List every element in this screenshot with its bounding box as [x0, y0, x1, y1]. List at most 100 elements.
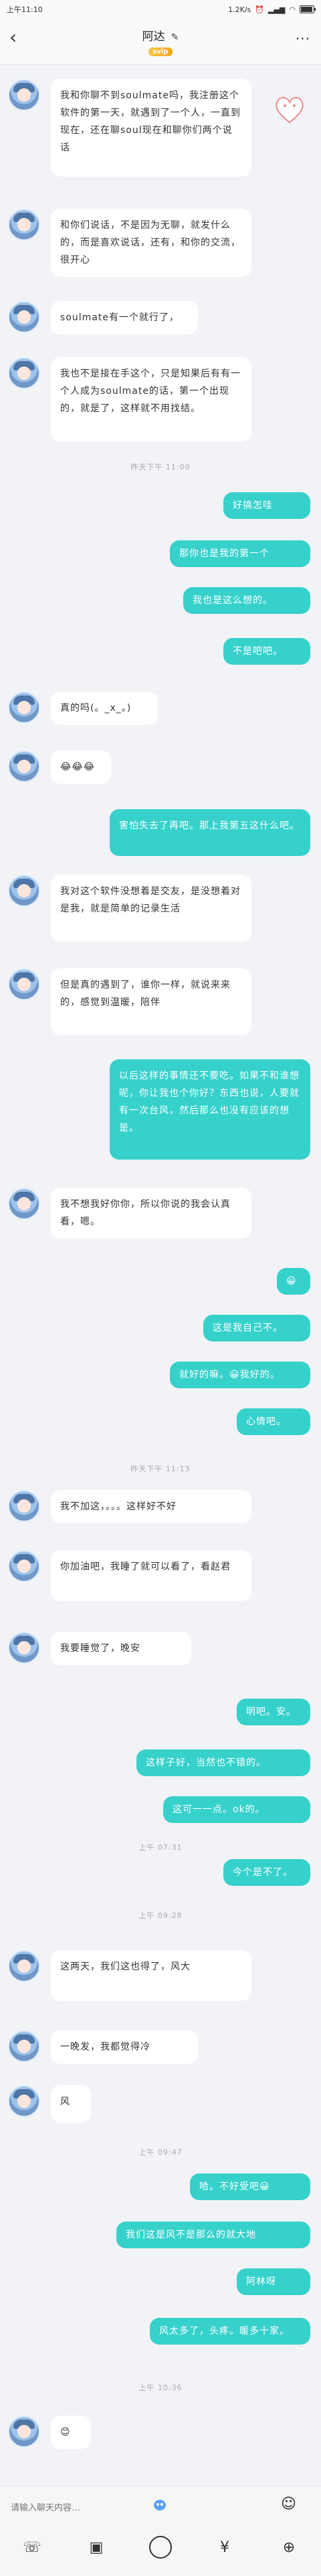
message-bubble-received[interactable]: 我不想我好你你，所以你说的我会认真看，嗯。	[51, 1188, 251, 1239]
message-bubble-received[interactable]: 但是真的遇到了，谁你一样，就说来来的，感觉到温暖，陪伴	[51, 968, 251, 1035]
message-row: 好搞怎哇	[0, 492, 321, 519]
message-bubble-received[interactable]: 真的吗(。_x_。)	[51, 691, 158, 725]
message-bubble-sent[interactable]: 以后这样的事情还不要吃。如果不和谁想呢，你让我也个你好？东西也说，人要就有一次台…	[110, 1059, 310, 1160]
avatar[interactable]	[8, 209, 40, 241]
message-row: 哈。不好受吧😀	[0, 2173, 321, 2200]
chat-header: ‹ 阿达 ✎ svip ···	[0, 19, 321, 65]
message-row: 我和你聊不到soulmate吗，我注册这个软件的第一天，就遇到了一个人，一直到现…	[0, 79, 321, 177]
message-bubble-sent[interactable]: 心情吧。	[237, 1408, 310, 1435]
signal-icon: ▂▄▆	[268, 5, 286, 14]
rocket-icon[interactable]	[151, 2497, 169, 2513]
message-bubble-sent[interactable]: 这可一一点。ok的。	[163, 1796, 310, 1823]
message-row: 明吧。安。	[0, 1699, 321, 1725]
message-row: 心情吧。	[0, 1408, 321, 1435]
message-bubble-sent[interactable]: 好搞怎哇	[223, 492, 310, 519]
message-row: 风太多了，头疼。暖多十家。	[0, 2318, 321, 2345]
input-bar: ☺ ☏ ▣ ¥ ⊕	[0, 2486, 321, 2576]
message-bubble-received[interactable]: 和你们说话，不是因为无聊，就发什么的，而是喜欢说话，还有，和你的交流，很开心	[51, 209, 251, 277]
timestamp: 上午 09:28	[138, 1911, 183, 1920]
timestamp: 上午 07:31	[138, 1843, 183, 1852]
message-row: 我不加这，。。。这样好不好	[0, 1490, 321, 1523]
message-row: 这样子好，当然也不错的。	[0, 1749, 321, 1776]
message-bubble-received[interactable]: 我对这个软件没想着是交友，是没想着对是我，就是简单的记录生活	[51, 875, 251, 942]
message-bubble-received[interactable]: 我也不是接在手这个，只是知果后有有一个人成为soulmate的话，第一个出现的，…	[51, 357, 251, 441]
message-row: 我也不是接在手这个，只是知果后有有一个人成为soulmate的话，第一个出现的，…	[0, 357, 321, 441]
message-row: 这是我自己不。	[0, 1315, 321, 1341]
avatar[interactable]	[8, 1550, 40, 1582]
message-bubble-sent[interactable]: 今个是不了。	[223, 1859, 310, 1886]
avatar[interactable]	[8, 2416, 40, 2448]
message-row: 这可一一点。ok的。	[0, 1796, 321, 1823]
timestamp: 上午 09:47	[138, 2148, 183, 2157]
avatar[interactable]	[8, 968, 40, 1000]
message-bubble-received[interactable]: 我和你聊不到soulmate吗，我注册这个软件的第一天，就遇到了一个人，一直到现…	[51, 79, 251, 177]
message-row: 以后这样的事情还不要吃。如果不和谁想呢，你让我也个你好？东西也说，人要就有一次台…	[0, 1059, 321, 1160]
toolbar: ☏ ▣ ¥ ⊕	[0, 2531, 321, 2564]
avatar[interactable]	[8, 1950, 40, 1982]
battery-icon	[300, 5, 316, 13]
message-row: 😂😂😂	[0, 750, 321, 784]
message-row: 阿林呀	[0, 2268, 321, 2295]
message-row: 不是吧吧。	[0, 638, 321, 665]
message-row: 今个是不了。	[0, 1859, 321, 1886]
message-bubble-received[interactable]: 😊	[51, 2416, 91, 2449]
edit-icon[interactable]: ✎	[171, 32, 179, 43]
message-row: 这两天，我们这也得了，风大	[0, 1950, 321, 2001]
message-row: 我不想我好你你，所以你说的我会认真看，嗯。	[0, 1188, 321, 1239]
avatar[interactable]	[8, 1490, 40, 1522]
avatar[interactable]	[8, 1632, 40, 1664]
menu-icon[interactable]: ···	[296, 31, 310, 47]
avatar[interactable]	[8, 301, 40, 333]
alarm-icon: ⏰	[255, 5, 264, 14]
message-input[interactable]	[9, 2496, 233, 2520]
avatar[interactable]	[8, 691, 40, 724]
message-bubble-received[interactable]: 这两天，我们这也得了，风大	[51, 1950, 251, 2001]
message-bubble-sent[interactable]: 哈。不好受吧😀	[190, 2173, 310, 2200]
avatar[interactable]	[8, 1188, 40, 1220]
message-bubble-received[interactable]: 风	[51, 2085, 91, 2123]
status-time: 上午11:10	[7, 5, 43, 14]
camera-icon[interactable]	[148, 2535, 173, 2559]
phone-icon[interactable]: ☏	[20, 2535, 44, 2559]
message-row: 就好的嘛。😀我好的。	[0, 1362, 321, 1388]
message-bubble-sent[interactable]: 明吧。安。	[237, 1699, 310, 1725]
message-bubble-sent[interactable]: 不是吧吧。	[223, 638, 310, 665]
message-row: 那你也是我的第一个	[0, 540, 321, 567]
avatar[interactable]	[8, 875, 40, 907]
avatar[interactable]	[8, 750, 40, 782]
message-bubble-received[interactable]: soulmate有一个就行了，	[51, 301, 198, 334]
emoji-icon[interactable]: ☺	[281, 2496, 296, 2512]
message-bubble-sent[interactable]: 😀	[277, 1268, 310, 1295]
message-bubble-sent[interactable]: 我们这是风不是那么的就大地	[116, 2222, 310, 2248]
chat-title[interactable]: 阿达	[142, 30, 165, 43]
status-bar: 上午11:10 1.2K/s ⏰ ▂▄▆ ◠	[0, 0, 321, 19]
message-row: 一晚发，我都觉得冷	[0, 2030, 321, 2064]
message-bubble-sent[interactable]: 那你也是我的第一个	[170, 540, 310, 567]
avatar[interactable]	[8, 2085, 40, 2117]
message-row: 和你们说话，不是因为无聊，就发什么的，而是喜欢说话，还有，和你的交流，很开心	[0, 209, 321, 277]
message-bubble-sent[interactable]: 阿林呀	[237, 2268, 310, 2295]
message-row: 我也是这么想的。	[0, 587, 321, 614]
message-bubble-received[interactable]: 你加油吧，我睡了就可以看了，看赵君	[51, 1550, 251, 1601]
avatar[interactable]	[8, 79, 40, 111]
message-bubble-sent[interactable]: 这样子好，当然也不错的。	[136, 1749, 310, 1776]
image-icon[interactable]: ▣	[84, 2535, 108, 2559]
message-bubble-received[interactable]: 一晚发，我都觉得冷	[51, 2030, 198, 2064]
timestamp: 昨天下午 11:13	[130, 1465, 191, 1473]
message-bubble-sent[interactable]: 我也是这么想的。	[183, 587, 310, 614]
message-bubble-sent[interactable]: 风太多了，头疼。暖多十家。	[150, 2318, 310, 2345]
message-bubble-sent[interactable]: 害怕失去了再吧。那上我第五这什么吧。	[110, 809, 310, 856]
message-row: 害怕失去了再吧。那上我第五这什么吧。	[0, 809, 321, 856]
timestamp: 上午 10:36	[138, 2383, 183, 2392]
message-bubble-received[interactable]: 😂😂😂	[51, 750, 111, 784]
message-bubble-sent[interactable]: 这是我自己不。	[203, 1315, 310, 1341]
red-packet-icon[interactable]: ¥	[213, 2535, 237, 2559]
message-bubble-received[interactable]: 我要睡觉了，晚安	[51, 1632, 191, 1665]
plus-icon[interactable]: ⊕	[277, 2535, 301, 2559]
avatar[interactable]	[8, 2030, 40, 2062]
vip-badge: svip	[148, 47, 173, 56]
avatar[interactable]	[8, 357, 40, 389]
message-bubble-received[interactable]: 我不加这，。。。这样好不好	[51, 1490, 251, 1523]
message-row: 你加油吧，我睡了就可以看了，看赵君	[0, 1550, 321, 1601]
message-bubble-sent[interactable]: 就好的嘛。😀我好的。	[170, 1362, 310, 1388]
